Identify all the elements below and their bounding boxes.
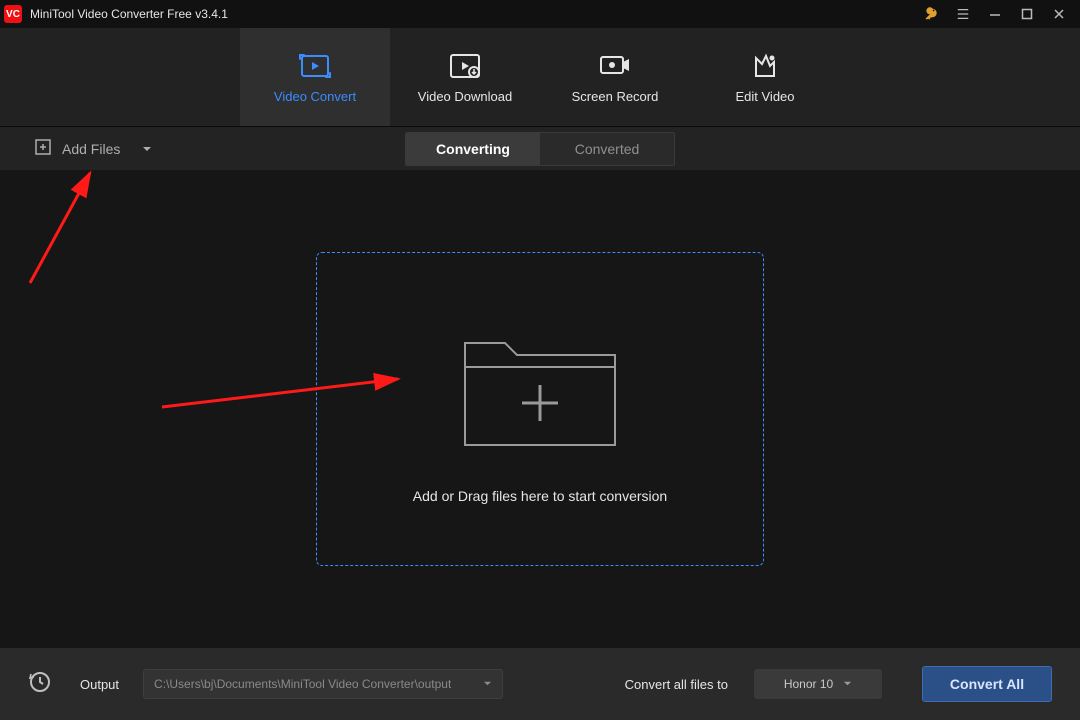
close-icon[interactable]	[1052, 7, 1066, 21]
status-segment: Converting Converted	[405, 132, 675, 166]
tab-screen-record[interactable]: Screen Record	[540, 28, 690, 126]
minimize-icon[interactable]	[988, 7, 1002, 21]
history-icon[interactable]	[28, 670, 52, 699]
maximize-icon[interactable]	[1020, 7, 1034, 21]
annotation-arrow-1	[22, 165, 112, 295]
convert-all-to-label: Convert all files to	[625, 677, 728, 692]
toolbar: Add Files Converting Converted	[0, 126, 1080, 170]
add-files-label: Add Files	[62, 141, 120, 157]
titlebar: VC MiniTool Video Converter Free v3.4.1	[0, 0, 1080, 28]
app-logo-icon: VC	[4, 5, 22, 23]
folder-add-icon	[455, 315, 625, 460]
convert-all-button[interactable]: Convert All	[922, 666, 1052, 702]
dropzone[interactable]: Add or Drag files here to start conversi…	[316, 252, 764, 566]
output-path-text: C:\Users\bj\Documents\MiniTool Video Con…	[154, 677, 451, 691]
tab-label: Edit Video	[735, 89, 794, 104]
add-file-plus-icon	[34, 138, 52, 159]
tab-label: Video Convert	[274, 89, 356, 104]
main-area: Add or Drag files here to start conversi…	[0, 170, 1080, 648]
menu-icon[interactable]	[956, 7, 970, 21]
tab-label: Screen Record	[572, 89, 659, 104]
key-icon[interactable]	[924, 7, 938, 21]
main-nav: Video Convert Video Download	[0, 28, 1080, 126]
convert-icon	[298, 51, 332, 81]
chevron-down-icon	[843, 677, 852, 691]
chevron-down-icon	[483, 677, 492, 691]
edit-icon	[750, 51, 780, 81]
preset-text: Honor 10	[784, 677, 833, 691]
tab-label: Video Download	[418, 89, 512, 104]
output-label: Output	[80, 677, 119, 692]
segment-converted[interactable]: Converted	[540, 133, 674, 165]
tab-video-download[interactable]: Video Download	[390, 28, 540, 126]
bottom-bar: Output C:\Users\bj\Documents\MiniTool Vi…	[0, 648, 1080, 720]
add-files-button[interactable]: Add Files	[0, 138, 152, 159]
output-preset-select[interactable]: Honor 10	[754, 669, 882, 699]
record-icon	[598, 51, 632, 81]
download-icon	[448, 51, 482, 81]
convert-all-label: Convert All	[950, 676, 1024, 692]
tab-edit-video[interactable]: Edit Video	[690, 28, 840, 126]
segment-converting[interactable]: Converting	[406, 133, 540, 165]
app-window: VC MiniTool Video Converter Free v3.4.1	[0, 0, 1080, 720]
tab-video-convert[interactable]: Video Convert	[240, 28, 390, 126]
chevron-down-icon[interactable]	[142, 141, 152, 157]
output-path-select[interactable]: C:\Users\bj\Documents\MiniTool Video Con…	[143, 669, 503, 699]
window-title: MiniTool Video Converter Free v3.4.1	[30, 7, 924, 21]
dropzone-text: Add or Drag files here to start conversi…	[413, 488, 667, 504]
window-controls	[924, 7, 1076, 21]
